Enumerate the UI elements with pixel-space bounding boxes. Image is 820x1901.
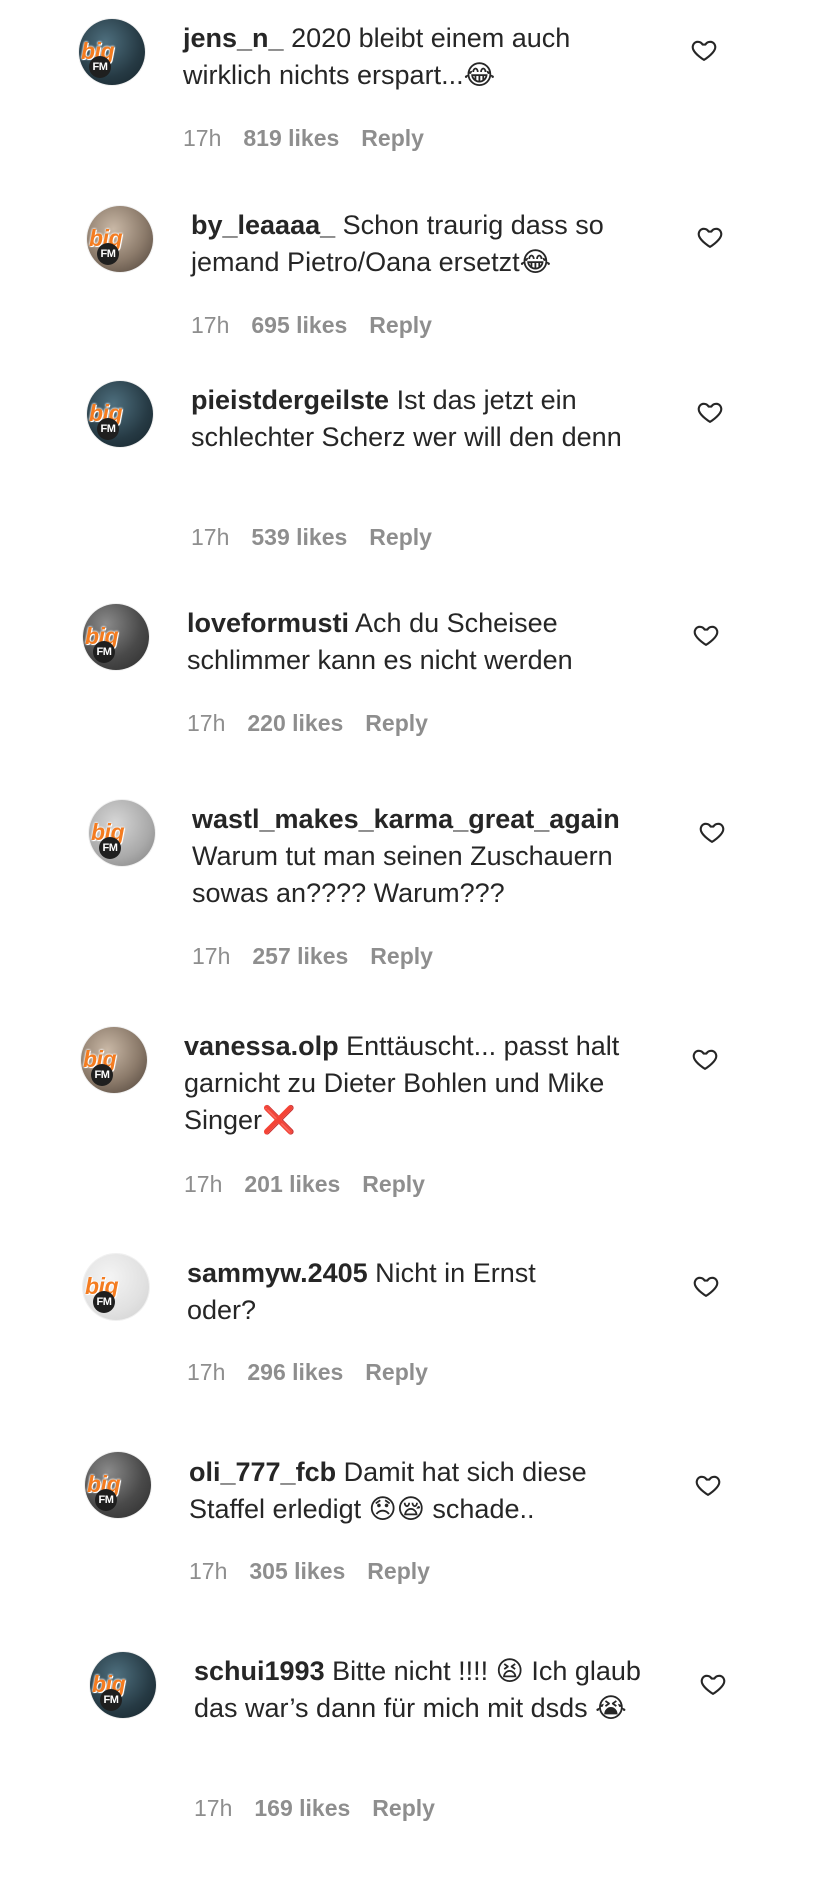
comment-username[interactable]: by_leaaaa_ [191,210,335,240]
comment-time[interactable]: 17h [192,943,230,969]
like-button[interactable] [696,398,724,426]
reply-button[interactable]: Reply [370,943,433,969]
comment-likes[interactable]: 169 likes [254,1795,350,1821]
comment-meta: 17h 201 likes Reply [184,1170,447,1198]
comment-body: vanessa.olp Enttäuscht... passt halt gar… [184,1028,664,1139]
bigfm-logo: big FM [89,401,123,440]
comment-time[interactable]: 17h [187,1359,225,1385]
like-button[interactable] [691,1045,719,1073]
bigfm-logo: big FM [85,1274,119,1313]
heart-outline-icon [692,1049,718,1070]
comment-time[interactable]: 17h [194,1795,232,1821]
reply-button[interactable]: Reply [361,125,424,151]
comment-likes[interactable]: 257 likes [252,943,348,969]
comment-likes[interactable]: 819 likes [243,125,339,151]
avatar[interactable]: big FM [83,1254,149,1320]
bigfm-logo: big FM [81,39,115,78]
comment-likes[interactable]: 220 likes [247,710,343,736]
comment-meta: 17h 169 likes Reply [194,1794,457,1822]
comment-likes[interactable]: 296 likes [247,1359,343,1385]
comment-meta: 17h 819 likes Reply [183,124,446,152]
comment-time[interactable]: 17h [187,710,225,736]
avatar[interactable]: big FM [89,800,155,866]
comment-time[interactable]: 17h [183,125,221,151]
comment-meta: 17h 539 likes Reply [191,523,454,551]
like-button[interactable] [699,1670,727,1698]
comment-body: loveformusti Ach du Scheisee schlimmer k… [187,605,657,679]
bigfm-logo: big FM [92,1672,126,1711]
like-button[interactable] [690,36,718,64]
comment-username[interactable]: pieistdergeilste [191,385,389,415]
comment-username[interactable]: vanessa.olp [184,1031,339,1061]
avatar[interactable]: big FM [85,1452,151,1518]
comment-username[interactable]: wastl_makes_karma_great_again [192,804,620,834]
comment-username[interactable]: schui1993 [194,1656,325,1686]
comment-body: wastl_makes_karma_great_again Warum tut … [192,801,672,912]
comments-list: big FM jens_n_ 2020 bleibt einem auch wir… [0,0,820,1901]
like-button[interactable] [692,1272,720,1300]
comment-body: pieistdergeilste Ist das jetzt ein schle… [191,382,631,456]
bigfm-logo: big FM [89,226,123,265]
comment-likes[interactable]: 201 likes [244,1171,340,1197]
avatar[interactable]: big FM [87,206,153,272]
like-button[interactable] [696,223,724,251]
bigfm-logo: big FM [87,1472,121,1511]
comment-body: oli_777_fcb Damit hat sich diese Staffel… [189,1454,649,1528]
avatar[interactable]: big FM [79,19,145,85]
comment-meta: 17h 296 likes Reply [187,1358,450,1386]
comment-username[interactable]: sammyw.2405 [187,1258,368,1288]
avatar[interactable]: big FM [81,1027,147,1093]
comment-likes[interactable]: 695 likes [251,312,347,338]
comment-text: Warum tut man seinen Zuschauern sowas an… [192,841,613,908]
avatar[interactable]: big FM [83,604,149,670]
like-button[interactable] [694,1471,722,1499]
comment-meta: 17h 305 likes Reply [189,1557,452,1585]
like-button[interactable] [698,818,726,846]
reply-button[interactable]: Reply [362,1171,425,1197]
heart-outline-icon [699,822,725,843]
bigfm-logo: big FM [85,624,119,663]
avatar[interactable]: big FM [87,381,153,447]
heart-outline-icon [697,402,723,423]
heart-outline-icon [693,625,719,646]
bigfm-logo: big FM [83,1047,117,1086]
like-button[interactable] [692,621,720,649]
comment-body: jens_n_ 2020 bleibt einem auch wirklich … [183,20,633,94]
comment-meta: 17h 220 likes Reply [187,709,450,737]
comment-body: sammyw.2405 Nicht in Ernst oder? [187,1255,607,1329]
comment-likes[interactable]: 305 likes [249,1558,345,1584]
comment-time[interactable]: 17h [191,524,229,550]
comment-body: schui1993 Bitte nicht !!!! 😫 Ich glaub d… [194,1653,674,1727]
comment-meta: 17h 695 likes Reply [191,311,454,339]
comment-meta: 17h 257 likes Reply [192,942,455,970]
comment-username[interactable]: jens_n_ [183,23,284,53]
heart-outline-icon [693,1276,719,1297]
reply-button[interactable]: Reply [365,710,428,736]
reply-button[interactable]: Reply [365,1359,428,1385]
comment-username[interactable]: oli_777_fcb [189,1457,336,1487]
reply-button[interactable]: Reply [367,1558,430,1584]
comment-body: by_leaaaa_ Schon traurig dass so jemand … [191,207,651,281]
heart-outline-icon [700,1674,726,1695]
reply-button[interactable]: Reply [369,312,432,338]
comment-time[interactable]: 17h [184,1171,222,1197]
reply-button[interactable]: Reply [369,524,432,550]
avatar[interactable]: big FM [90,1652,156,1718]
comment-time[interactable]: 17h [191,312,229,338]
comment-username[interactable]: loveformusti [187,608,349,638]
comment-time[interactable]: 17h [189,1558,227,1584]
reply-button[interactable]: Reply [372,1795,435,1821]
bigfm-logo: big FM [91,820,125,859]
heart-outline-icon [691,40,717,61]
comment-likes[interactable]: 539 likes [251,524,347,550]
heart-outline-icon [695,1475,721,1496]
heart-outline-icon [697,227,723,248]
